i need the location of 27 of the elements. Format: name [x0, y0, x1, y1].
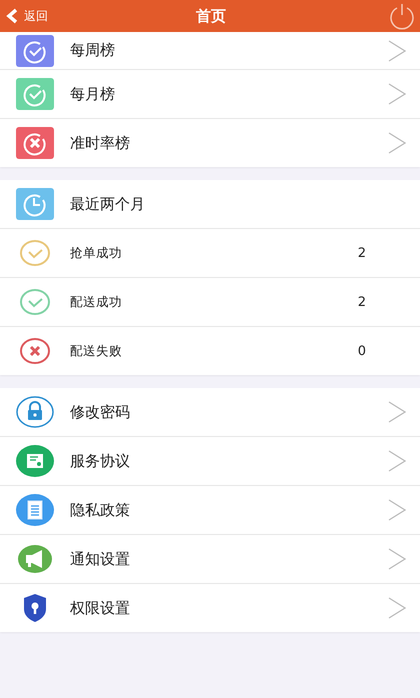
row-label: 每月榜	[70, 84, 116, 104]
row-label: 配送失败	[70, 342, 123, 360]
list-row[interactable]: 每月榜	[0, 69, 420, 118]
row-label: 通知设置	[70, 550, 131, 568]
list-row[interactable]: 隐私政策	[0, 485, 420, 534]
count-value: 0	[358, 344, 366, 358]
list-row[interactable]: 修改密码	[0, 388, 420, 436]
list-row[interactable]: 通知设置	[0, 534, 420, 583]
row-label: 每周榜	[70, 41, 116, 60]
list-row[interactable]: 权限设置	[0, 583, 420, 632]
row-label: 修改密码	[70, 402, 131, 422]
list-row[interactable]: 服务协议	[0, 436, 420, 485]
row-label: 配送成功	[70, 294, 123, 310]
list-row[interactable]: 准时率榜	[0, 118, 420, 167]
count-value: 2	[358, 246, 366, 260]
back-button[interactable]: 返回	[6, 8, 48, 24]
row-label: 最近两个月	[70, 194, 146, 214]
row-label: 抢单成功	[70, 244, 123, 262]
count-value: 2	[358, 294, 366, 310]
row-label: 隐私政策	[70, 500, 131, 520]
power-button[interactable]	[388, 2, 416, 30]
row-label: 服务协议	[70, 452, 131, 470]
page-title: 首页	[196, 6, 226, 26]
row-label: 准时率榜	[70, 134, 131, 152]
row-label: 权限设置	[70, 598, 131, 618]
power-icon	[388, 2, 416, 30]
list-row[interactable]: 每周榜	[0, 32, 420, 69]
